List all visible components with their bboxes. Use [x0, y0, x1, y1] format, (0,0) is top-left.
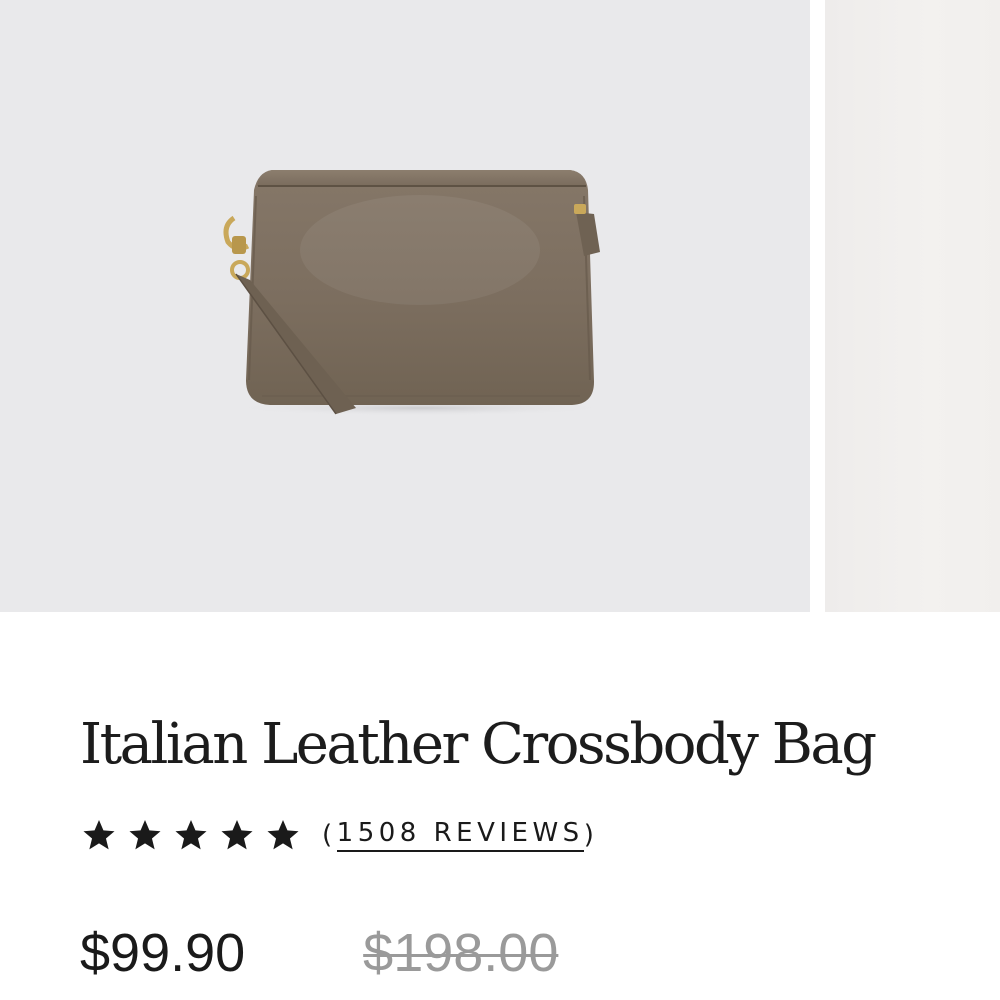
product-title: Italian Leather Crossbody Bag	[80, 712, 877, 777]
reviews-close-paren: )	[583, 820, 599, 850]
product-rating: ( 1508 REVIEWS )	[80, 810, 598, 860]
product-image-slide-1[interactable]	[0, 0, 810, 612]
product-page: Italian Leather Crossbody Bag ( 1508 REV…	[0, 0, 1000, 1000]
original-price: $198.00	[363, 923, 559, 983]
star-icon	[175, 819, 207, 850]
sale-price: $99.90	[80, 923, 246, 983]
reviews-link[interactable]: ( 1508 REVIEWS )	[322, 818, 598, 852]
product-image-slide-2[interactable]	[825, 0, 1000, 612]
star-icon	[267, 819, 299, 850]
product-image-carousel[interactable]	[0, 0, 1000, 612]
star-icon	[83, 819, 115, 850]
price-block: $99.90 $198.00	[80, 922, 558, 984]
star-icon	[221, 819, 253, 850]
star-rating	[80, 816, 302, 854]
crossbody-bag-image	[223, 170, 610, 416]
reviews-count[interactable]: 1508 REVIEWS	[336, 818, 584, 852]
star-icon	[129, 819, 161, 850]
reviews-open-paren: (	[322, 820, 337, 850]
